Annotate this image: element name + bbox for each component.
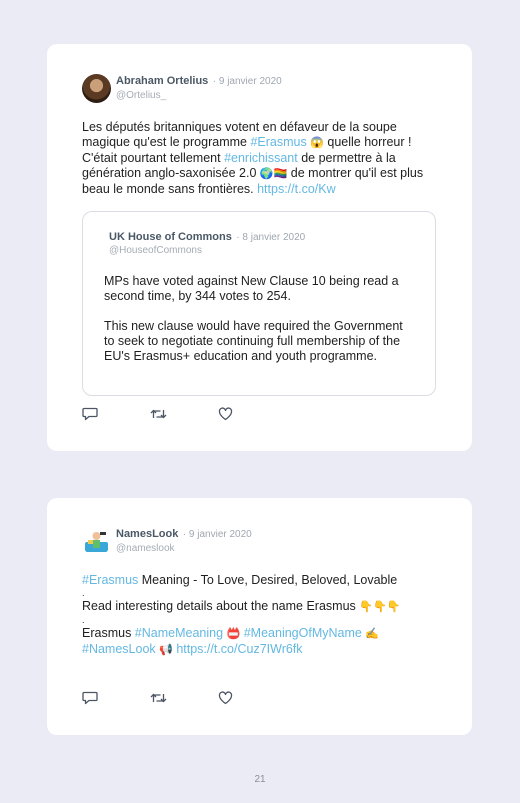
hashtag-link[interactable]: #Erasmus — [250, 135, 306, 149]
like-button[interactable] — [218, 690, 286, 706]
name-badge-emoji-icon: 📛 — [226, 628, 241, 640]
tweet-card: Abraham Ortelius · 9 janvier 2020 @Ortel… — [47, 44, 472, 451]
reply-button[interactable] — [82, 690, 150, 706]
pointing-down-emoji-icon: 👇👇👇 — [359, 601, 401, 613]
retweet-icon — [150, 693, 167, 703]
tweet-date: · 9 janvier 2020 — [182, 529, 252, 540]
tweet-actions — [82, 690, 286, 706]
retweet-button[interactable] — [150, 690, 218, 706]
author-name[interactable]: NamesLook — [116, 528, 178, 540]
like-icon — [218, 407, 233, 421]
page-number: 21 — [254, 774, 266, 785]
tweet-text: #Erasmus Meaning - To Love, Desired, Bel… — [82, 573, 442, 658]
like-icon — [218, 691, 233, 705]
tweet-author: Abraham Ortelius · 9 janvier 2020 @Ortel… — [82, 73, 282, 103]
tweet-author: NamesLook · 9 janvier 2020 @nameslook — [82, 526, 252, 556]
megaphone-emoji-icon: 📢 — [159, 644, 173, 656]
quoted-paragraph: This new clause would have required the … — [104, 319, 403, 363]
hashtag-link[interactable]: #MeaningOfMyName — [244, 626, 362, 640]
writing-hand-emoji-icon: ✍️ — [365, 628, 380, 640]
quoted-handle[interactable]: @HouseofCommons — [109, 244, 305, 257]
quoted-tweet[interactable]: UK House of Commons · 8 janvier 2020 @Ho… — [82, 211, 436, 396]
quoted-paragraph: MPs have voted against New Clause 10 bei… — [104, 274, 399, 303]
tweet-text-segment: . — [82, 615, 85, 625]
author-name[interactable]: Abraham Ortelius — [116, 75, 208, 87]
author-handle[interactable]: @Ortelius_ — [116, 89, 282, 103]
hashtag-link[interactable]: #enrichissant — [224, 151, 298, 165]
tweet-url-link[interactable]: https://t.co/Kw — [257, 182, 336, 196]
hashtag-link[interactable]: #Erasmus — [82, 573, 138, 587]
retweet-icon — [150, 409, 167, 419]
tweet-text-segment: . — [82, 588, 85, 598]
tweet-text-segment: Meaning - To Love, Desired, Beloved, Lov… — [138, 573, 398, 587]
quoted-author: UK House of Commons · 8 janvier 2020 @Ho… — [109, 229, 305, 257]
hashtag-link[interactable]: #NamesLook — [82, 642, 156, 656]
like-button[interactable] — [218, 406, 286, 422]
globe-rainbow-flag-emoji-icon: 🌍🏳️‍🌈 — [259, 168, 288, 180]
tweet-text: Les députés britanniques votent en défav… — [82, 120, 442, 197]
hashtag-link[interactable]: #NameMeaning — [135, 626, 223, 640]
tweet-url-link[interactable]: https://t.co/Cuz7IWr6fk — [176, 642, 302, 656]
quoted-date: · 8 janvier 2020 — [236, 232, 306, 243]
tweet-actions — [82, 406, 286, 422]
avatar[interactable] — [82, 526, 111, 556]
tweet-text-segment: Erasmus — [82, 626, 135, 640]
avatar[interactable] — [82, 73, 111, 103]
nameslook-logo-icon — [85, 531, 108, 552]
reply-icon — [82, 407, 98, 421]
reply-icon — [82, 691, 98, 705]
retweet-button[interactable] — [150, 406, 218, 422]
screaming-face-emoji-icon: 😱 — [310, 137, 324, 149]
quoted-author-name[interactable]: UK House of Commons — [109, 231, 232, 243]
tweet-date: · 9 janvier 2020 — [212, 76, 282, 87]
tweet-text-segment: Read interesting details about the name … — [82, 599, 360, 613]
author-handle[interactable]: @nameslook — [116, 542, 252, 556]
reply-button[interactable] — [82, 406, 150, 422]
tweet-card: NamesLook · 9 janvier 2020 @nameslook #E… — [47, 498, 472, 735]
